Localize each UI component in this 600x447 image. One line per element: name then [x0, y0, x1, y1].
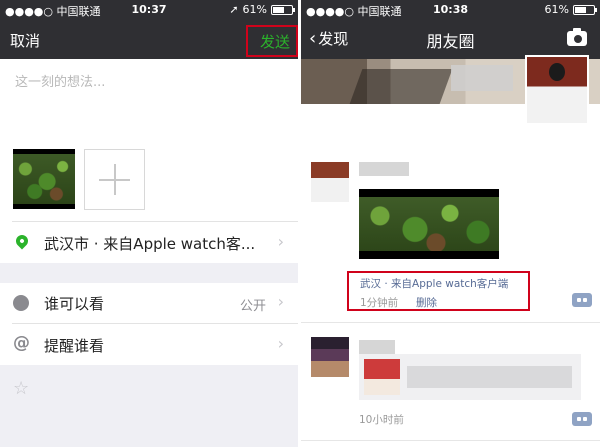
battery-status: 61% [544, 3, 597, 16]
location-label: 武汉市 · 来自Apple watch客... [44, 235, 256, 253]
add-photo-button[interactable] [84, 149, 145, 210]
visibility-row[interactable]: 谁可以看 公开 › [0, 283, 298, 323]
shared-link-card[interactable] [359, 354, 581, 400]
post-photo[interactable] [359, 189, 499, 259]
location-pin-icon [13, 232, 31, 250]
post-author-avatar[interactable] [311, 162, 349, 202]
cancel-button[interactable]: 取消 [10, 30, 40, 51]
post-author-avatar[interactable] [311, 337, 349, 377]
post-author-name[interactable] [359, 340, 395, 354]
profile-avatar[interactable] [525, 55, 589, 125]
shared-link-thumbnail [364, 359, 400, 395]
battery-icon [271, 4, 295, 15]
comment-button[interactable] [572, 293, 592, 307]
location-row[interactable]: 武汉市 · 来自Apple watch客... › [0, 221, 298, 263]
camera-icon[interactable] [567, 28, 587, 46]
location-arrow-icon: ➚ [229, 3, 239, 16]
moments-screen: ●●●●○ 中国联通 10:38 61% ‹ 发现 朋友圈 武汉 · 来自App… [301, 0, 600, 447]
post-author-name[interactable] [359, 162, 409, 176]
battery-status: ➚ 61% [229, 3, 295, 16]
mention-row[interactable]: @ 提醒谁看 › [0, 323, 298, 365]
mention-label: 提醒谁看 [44, 337, 105, 355]
page-title: 朋友圈 [426, 32, 475, 51]
battery-percent: 61% [242, 3, 267, 16]
post-time: 10小时前 [359, 414, 404, 426]
chevron-right-icon: › [277, 292, 284, 311]
delete-link[interactable]: 删除 [416, 295, 437, 310]
status-bar: ●●●●○ 中国联通 10:38 61% [301, 0, 600, 20]
at-sign-icon: @ [13, 333, 30, 353]
visibility-value: 公开 [239, 299, 266, 314]
post-time: 1分钟前 [360, 297, 399, 309]
send-button[interactable]: 发送 [260, 31, 290, 52]
globe-icon [13, 295, 29, 311]
star-icon[interactable]: ☆ [13, 378, 29, 399]
post-location[interactable]: 武汉 · 来自Apple watch客户端 [360, 276, 508, 291]
visibility-label: 谁可以看 [44, 295, 105, 313]
moment-text-input[interactable]: 这一刻的想法... [15, 71, 105, 90]
compose-screen: ●●●●○ 中国联通 10:37 ➚ 61% 取消 发送 这一刻的想法... 武… [0, 0, 298, 447]
battery-percent: 61% [544, 3, 569, 16]
comment-button[interactable] [572, 412, 592, 426]
battery-icon [573, 4, 597, 15]
shared-link-title [407, 366, 572, 388]
chevron-right-icon: › [277, 334, 284, 353]
attached-photo-thumbnail[interactable] [13, 149, 75, 209]
location-highlight-box: 武汉 · 来自Apple watch客户端 1分钟前 删除 [347, 271, 530, 311]
status-bar: ●●●●○ 中国联通 10:37 ➚ 61% [0, 0, 298, 20]
chevron-right-icon: › [277, 232, 284, 251]
send-highlight-box: 发送 [246, 25, 298, 57]
